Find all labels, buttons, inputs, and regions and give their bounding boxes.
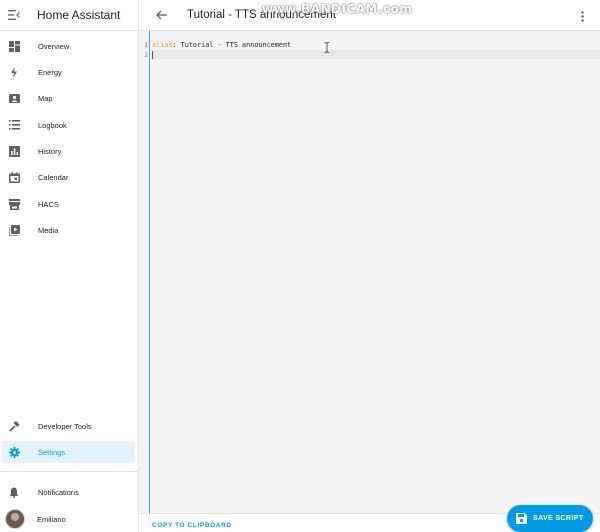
sidebar-item-label: Developer Tools [38, 421, 92, 431]
yaml-separator: : [172, 41, 181, 49]
sidebar-item-label: Settings [38, 447, 66, 457]
yaml-key: alias [152, 41, 173, 49]
sidebar-item-energy[interactable]: Energy [2, 61, 135, 83]
dashboard-icon [8, 40, 20, 52]
sidebar-item-logbook[interactable]: Logbook [2, 114, 135, 136]
sidebar-item-calendar[interactable]: Calendar [2, 166, 135, 188]
ibeam-cursor-icon [324, 40, 330, 53]
dots-vertical-icon[interactable] [578, 9, 586, 23]
list-icon [8, 119, 20, 131]
avatar [5, 509, 25, 529]
copy-to-clipboard-button[interactable]: COPY TO CLIPBOARD [152, 522, 232, 529]
save-script-label: SAVE SCRIPT [533, 515, 584, 522]
gear-icon [8, 446, 20, 458]
sidebar-divider [0, 471, 139, 472]
sidebar-item-label: Emiliano [37, 514, 66, 524]
text-cursor [152, 51, 153, 59]
map-icon [8, 92, 20, 104]
sidebar-item-label: Media [38, 225, 59, 235]
app-title: Home Assistant [37, 8, 121, 22]
save-script-button[interactable]: SAVE SCRIPT [507, 505, 593, 532]
yaml-value: Tutorial - TTS announcement [180, 41, 292, 49]
sidebar-item-label: Calendar [38, 172, 69, 182]
sidebar-item-label: Map [38, 93, 53, 103]
sidebar: Home Assistant Overview Energy Map Logbo… [0, 0, 139, 532]
sidebar-item-label: Overview [38, 41, 70, 51]
sidebar-item-notifications[interactable]: Notifications [2, 481, 135, 503]
lightning-bolt-icon [8, 66, 20, 78]
sidebar-item-label: History [38, 146, 62, 156]
sidebar-item-user[interactable]: Emiliano [2, 508, 135, 530]
sidebar-item-developer-tools[interactable]: Developer Tools [2, 415, 135, 437]
hammer-icon [8, 420, 20, 432]
sidebar-item-media[interactable]: Media [2, 219, 135, 241]
line-number: 1 [144, 41, 148, 49]
watermark: www.BANDICAM.com [262, 2, 413, 16]
sidebar-item-history[interactable]: History [2, 140, 135, 162]
floppy-disk-icon [516, 513, 527, 524]
sidebar-item-label: Notifications [38, 487, 79, 497]
sidebar-item-settings[interactable]: Settings [2, 441, 135, 463]
calendar-icon [8, 171, 20, 183]
menu-open-icon[interactable] [0, 0, 28, 31]
code-line[interactable]: alias: Tutorial - TTS announcement [152, 41, 291, 49]
sidebar-header: Home Assistant [0, 0, 138, 31]
yaml-editor[interactable]: 1 2 alias: Tutorial - TTS announcement [139, 31, 600, 513]
play-box-icon [8, 224, 20, 236]
sidebar-item-map[interactable]: Map [2, 87, 135, 109]
line-number-gutter: 1 2 [139, 31, 150, 513]
sidebar-item-label: Energy [38, 67, 62, 77]
sidebar-item-label: HACS [38, 199, 59, 209]
line-number: 2 [144, 51, 148, 59]
store-icon [8, 198, 20, 210]
chart-bar-icon [8, 145, 20, 157]
sidebar-item-label: Logbook [38, 120, 67, 130]
bell-icon [8, 486, 20, 498]
arrow-left-icon[interactable] [146, 0, 176, 31]
sidebar-item-overview[interactable]: Overview [2, 35, 135, 57]
sidebar-item-hacs[interactable]: HACS [2, 193, 135, 215]
active-line-highlight [151, 50, 600, 59]
